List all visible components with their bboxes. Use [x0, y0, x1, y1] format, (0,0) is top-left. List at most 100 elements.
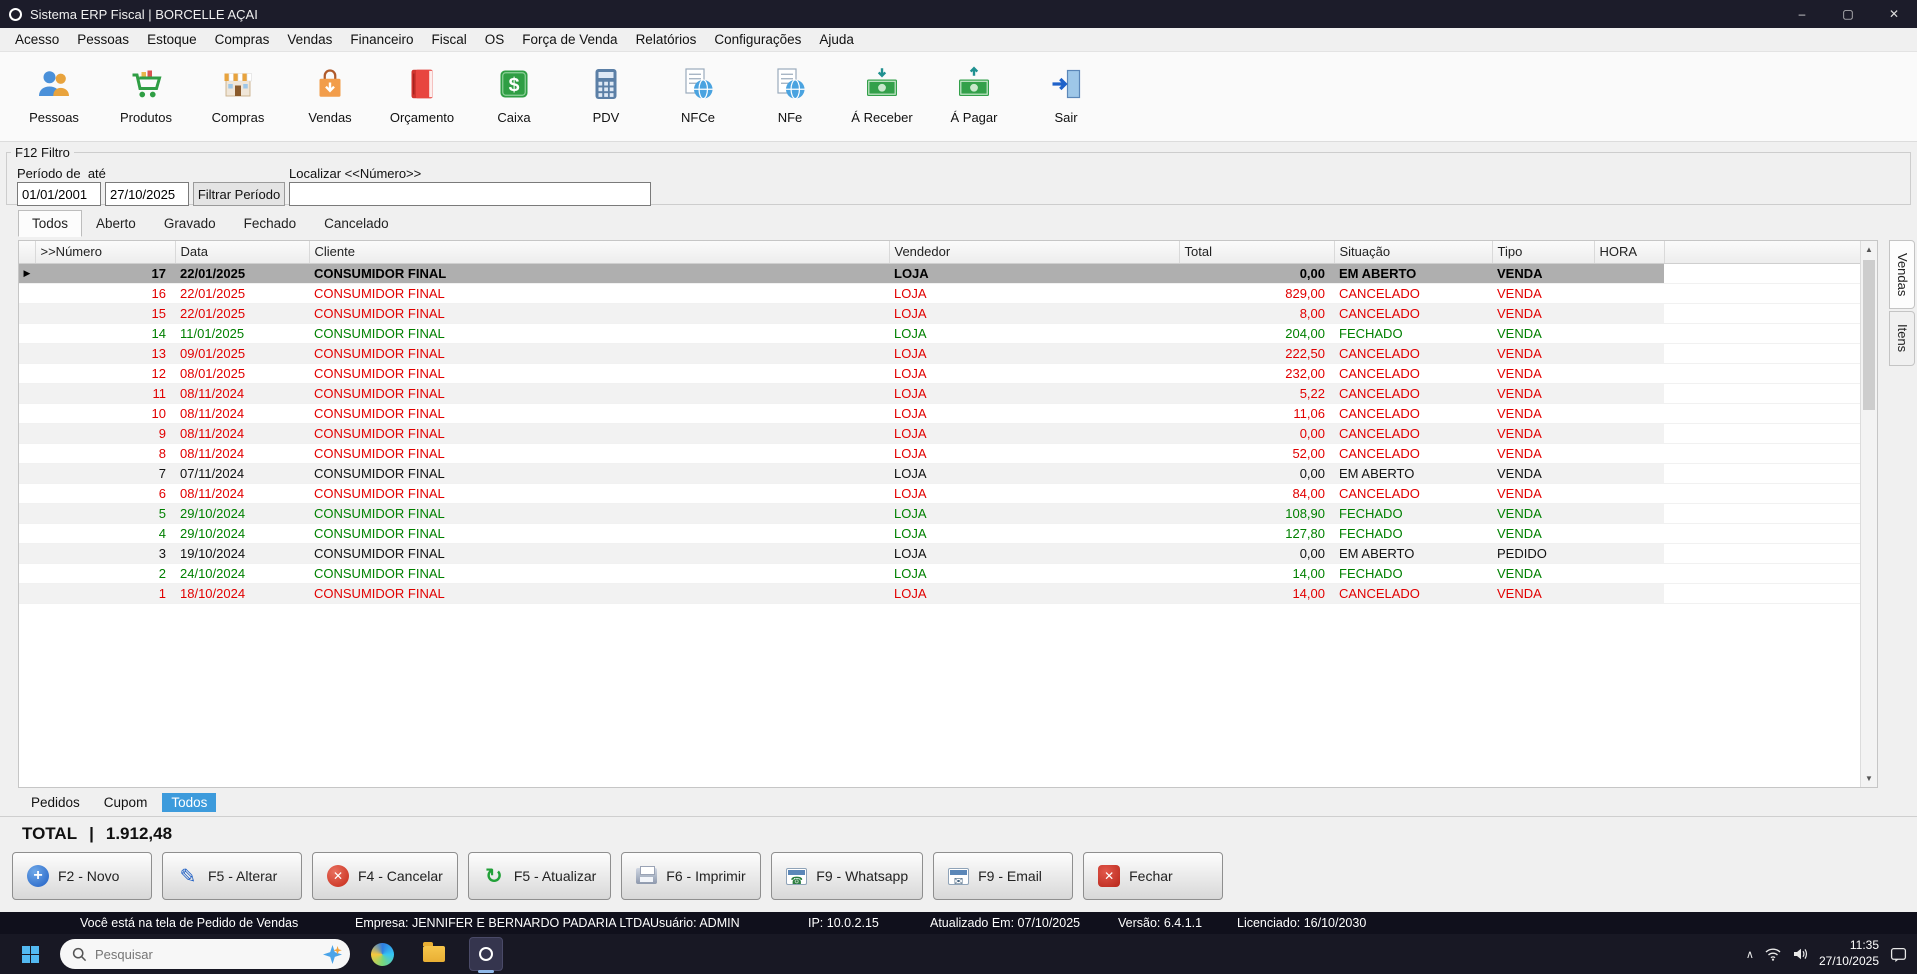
cell-vendedor[interactable]: LOJA [889, 523, 1179, 543]
cell-data[interactable]: 24/10/2024 [175, 563, 309, 583]
table-row[interactable]: 6 08/11/2024 CONSUMIDOR FINAL LOJA 84,00… [19, 483, 1860, 503]
cell-situacao[interactable]: CANCELADO [1334, 443, 1492, 463]
cell-numero[interactable]: 4 [35, 523, 175, 543]
cell-tipo[interactable]: VENDA [1492, 403, 1594, 423]
cell-tipo[interactable]: VENDA [1492, 463, 1594, 483]
table-row[interactable]: 7 07/11/2024 CONSUMIDOR FINAL LOJA 0,00 … [19, 463, 1860, 483]
menu-item-estoque[interactable]: Estoque [138, 29, 206, 50]
cancelar-button[interactable]: F4 - Cancelar [312, 852, 458, 900]
column-header-vendedor[interactable]: Vendedor [889, 241, 1179, 263]
cell-total[interactable]: 829,00 [1179, 283, 1334, 303]
cell-vendedor[interactable]: LOJA [889, 543, 1179, 563]
cell-numero[interactable]: 9 [35, 423, 175, 443]
cell-hora[interactable] [1594, 503, 1664, 523]
cell-vendedor[interactable]: LOJA [889, 323, 1179, 343]
table-row[interactable]: 2 24/10/2024 CONSUMIDOR FINAL LOJA 14,00… [19, 563, 1860, 583]
menu-item-os[interactable]: OS [476, 29, 514, 50]
table-row[interactable]: 14 11/01/2025 CONSUMIDOR FINAL LOJA 204,… [19, 323, 1860, 343]
menu-item-fiscal[interactable]: Fiscal [422, 29, 475, 50]
cell-numero[interactable]: 8 [35, 443, 175, 463]
search-input[interactable] [95, 947, 315, 962]
cell-vendedor[interactable]: LOJA [889, 403, 1179, 423]
cell-cliente[interactable]: CONSUMIDOR FINAL [309, 303, 889, 323]
grid-scrollbar[interactable]: ▲ ▼ [1860, 241, 1877, 787]
bottom-tab-todos[interactable]: Todos [162, 793, 216, 812]
column-header-situacao[interactable]: Situação [1334, 241, 1492, 263]
cell-tipo[interactable]: VENDA [1492, 423, 1594, 443]
menu-item-ajuda[interactable]: Ajuda [810, 29, 863, 50]
cell-vendedor[interactable]: LOJA [889, 463, 1179, 483]
email-button[interactable]: F9 - Email [933, 852, 1073, 900]
table-row[interactable]: 10 08/11/2024 CONSUMIDOR FINAL LOJA 11,0… [19, 403, 1860, 423]
cell-situacao[interactable]: CANCELADO [1334, 403, 1492, 423]
cell-total[interactable]: 52,00 [1179, 443, 1334, 463]
cell-data[interactable]: 29/10/2024 [175, 523, 309, 543]
cell-cliente[interactable]: CONSUMIDOR FINAL [309, 403, 889, 423]
cell-total[interactable]: 11,06 [1179, 403, 1334, 423]
cell-total[interactable]: 0,00 [1179, 263, 1334, 283]
cell-hora[interactable] [1594, 483, 1664, 503]
cell-cliente[interactable]: CONSUMIDOR FINAL [309, 383, 889, 403]
cell-tipo[interactable]: VENDA [1492, 323, 1594, 343]
cell-data[interactable]: 08/11/2024 [175, 403, 309, 423]
cell-data[interactable]: 07/11/2024 [175, 463, 309, 483]
cell-numero[interactable]: 2 [35, 563, 175, 583]
cell-cliente[interactable]: CONSUMIDOR FINAL [309, 503, 889, 523]
cell-situacao[interactable]: EM ABERTO [1334, 543, 1492, 563]
cell-data[interactable]: 18/10/2024 [175, 583, 309, 603]
cell-total[interactable]: 0,00 [1179, 423, 1334, 443]
menu-item-forca-de-venda[interactable]: Força de Venda [513, 29, 626, 50]
cell-situacao[interactable]: CANCELADO [1334, 483, 1492, 503]
cell-data[interactable]: 08/11/2024 [175, 383, 309, 403]
cell-numero[interactable]: 5 [35, 503, 175, 523]
cell-tipo[interactable]: VENDA [1492, 583, 1594, 603]
cell-numero[interactable]: 15 [35, 303, 175, 323]
whatsapp-button[interactable]: F9 - Whatsapp [771, 852, 923, 900]
cell-situacao[interactable]: CANCELADO [1334, 583, 1492, 603]
cell-data[interactable]: 29/10/2024 [175, 503, 309, 523]
cell-data[interactable]: 08/11/2024 [175, 483, 309, 503]
cell-vendedor[interactable]: LOJA [889, 563, 1179, 583]
cell-situacao[interactable]: CANCELADO [1334, 343, 1492, 363]
cell-situacao[interactable]: CANCELADO [1334, 423, 1492, 443]
side-tab-itens[interactable]: Itens [1889, 311, 1915, 365]
table-row[interactable]: 11 08/11/2024 CONSUMIDOR FINAL LOJA 5,22… [19, 383, 1860, 403]
cell-data[interactable]: 08/01/2025 [175, 363, 309, 383]
cell-total[interactable]: 14,00 [1179, 583, 1334, 603]
cell-vendedor[interactable]: LOJA [889, 383, 1179, 403]
cell-numero[interactable]: 17 [35, 263, 175, 283]
cell-total[interactable]: 222,50 [1179, 343, 1334, 363]
volume-icon[interactable] [1792, 947, 1808, 961]
cell-numero[interactable]: 12 [35, 363, 175, 383]
cell-cliente[interactable]: CONSUMIDOR FINAL [309, 443, 889, 463]
table-row[interactable]: 4 29/10/2024 CONSUMIDOR FINAL LOJA 127,8… [19, 523, 1860, 543]
toolbar-pdv-button[interactable]: PDV [560, 52, 652, 141]
cell-numero[interactable]: 10 [35, 403, 175, 423]
menu-item-acesso[interactable]: Acesso [6, 29, 68, 50]
scrollbar-up-icon[interactable]: ▲ [1861, 241, 1877, 258]
cell-vendedor[interactable]: LOJA [889, 303, 1179, 323]
cell-cliente[interactable]: CONSUMIDOR FINAL [309, 263, 889, 283]
filtrar-periodo-button[interactable]: Filtrar Período [193, 182, 285, 206]
cell-cliente[interactable]: CONSUMIDOR FINAL [309, 583, 889, 603]
tray-chevron-icon[interactable]: ∧ [1746, 948, 1754, 961]
cell-data[interactable]: 11/01/2025 [175, 323, 309, 343]
cell-hora[interactable] [1594, 583, 1664, 603]
cell-cliente[interactable]: CONSUMIDOR FINAL [309, 363, 889, 383]
cell-hora[interactable] [1594, 563, 1664, 583]
cell-tipo[interactable]: VENDA [1492, 303, 1594, 323]
cell-data[interactable]: 22/01/2025 [175, 263, 309, 283]
cell-tipo[interactable]: VENDA [1492, 483, 1594, 503]
taskbar-browser-button[interactable] [362, 934, 402, 974]
cell-numero[interactable]: 13 [35, 343, 175, 363]
cell-situacao[interactable]: EM ABERTO [1334, 463, 1492, 483]
table-row[interactable]: 3 19/10/2024 CONSUMIDOR FINAL LOJA 0,00 … [19, 543, 1860, 563]
cell-data[interactable]: 08/11/2024 [175, 423, 309, 443]
atualizar-button[interactable]: F5 - Atualizar [468, 852, 611, 900]
taskbar-erp-app-button[interactable] [466, 934, 506, 974]
cell-vendedor[interactable]: LOJA [889, 263, 1179, 283]
toolbar-pessoas-button[interactable]: Pessoas [8, 52, 100, 141]
close-button[interactable]: ✕ [1871, 0, 1917, 28]
fechar-button[interactable]: Fechar [1083, 852, 1223, 900]
cell-hora[interactable] [1594, 443, 1664, 463]
